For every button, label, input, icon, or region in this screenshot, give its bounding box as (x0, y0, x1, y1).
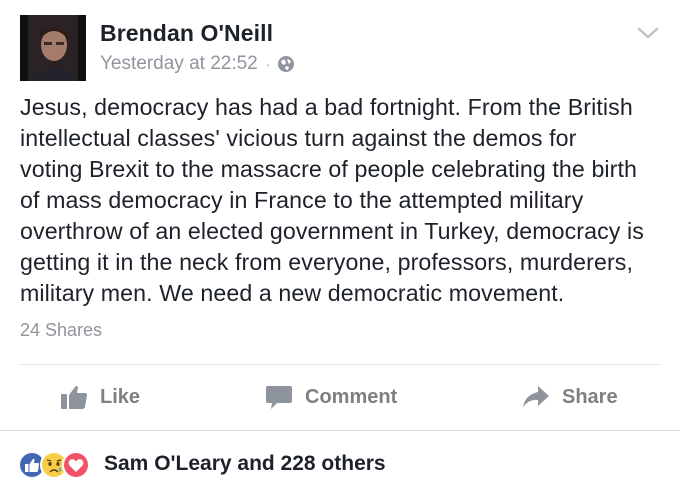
divider (0, 430, 680, 431)
post-text: Jesus, democracy has had a bad fortnight… (20, 94, 644, 306)
meta-separator: · (265, 56, 271, 72)
comment-icon (266, 386, 292, 409)
chevron-down-icon[interactable] (636, 25, 660, 41)
like-label: Like (100, 385, 141, 408)
avatar-photo (20, 15, 86, 81)
reactions-summary-text[interactable]: Sam O'Leary and 228 others (104, 452, 386, 476)
action-bar: Like Comment Share (0, 377, 680, 417)
globe-icon (277, 55, 295, 73)
reaction-icons (18, 448, 104, 480)
reactions-summary[interactable]: Sam O'Leary and 228 others (18, 448, 386, 480)
comment-button[interactable]: Comment (265, 377, 397, 417)
post-timestamp[interactable]: Yesterday at 22:52 (100, 53, 258, 75)
love-reaction-icon (62, 451, 90, 479)
post-meta: Yesterday at 22:52 · (100, 53, 295, 75)
avatar[interactable] (20, 15, 86, 81)
share-arrow-icon (523, 386, 549, 407)
share-button[interactable]: Share (522, 377, 618, 417)
post-body: Jesus, democracy has had a bad fortnight… (20, 92, 665, 309)
thumbs-up-icon (61, 386, 87, 409)
share-label: Share (562, 385, 618, 408)
divider (20, 364, 660, 365)
like-button[interactable]: Like (60, 377, 140, 417)
author-name[interactable]: Brendan O'Neill (100, 20, 273, 47)
post-header: Brendan O'Neill Yesterday at 22:52 · (20, 15, 660, 81)
share-count[interactable]: 24 Shares (20, 320, 102, 341)
comment-label: Comment (305, 385, 398, 408)
